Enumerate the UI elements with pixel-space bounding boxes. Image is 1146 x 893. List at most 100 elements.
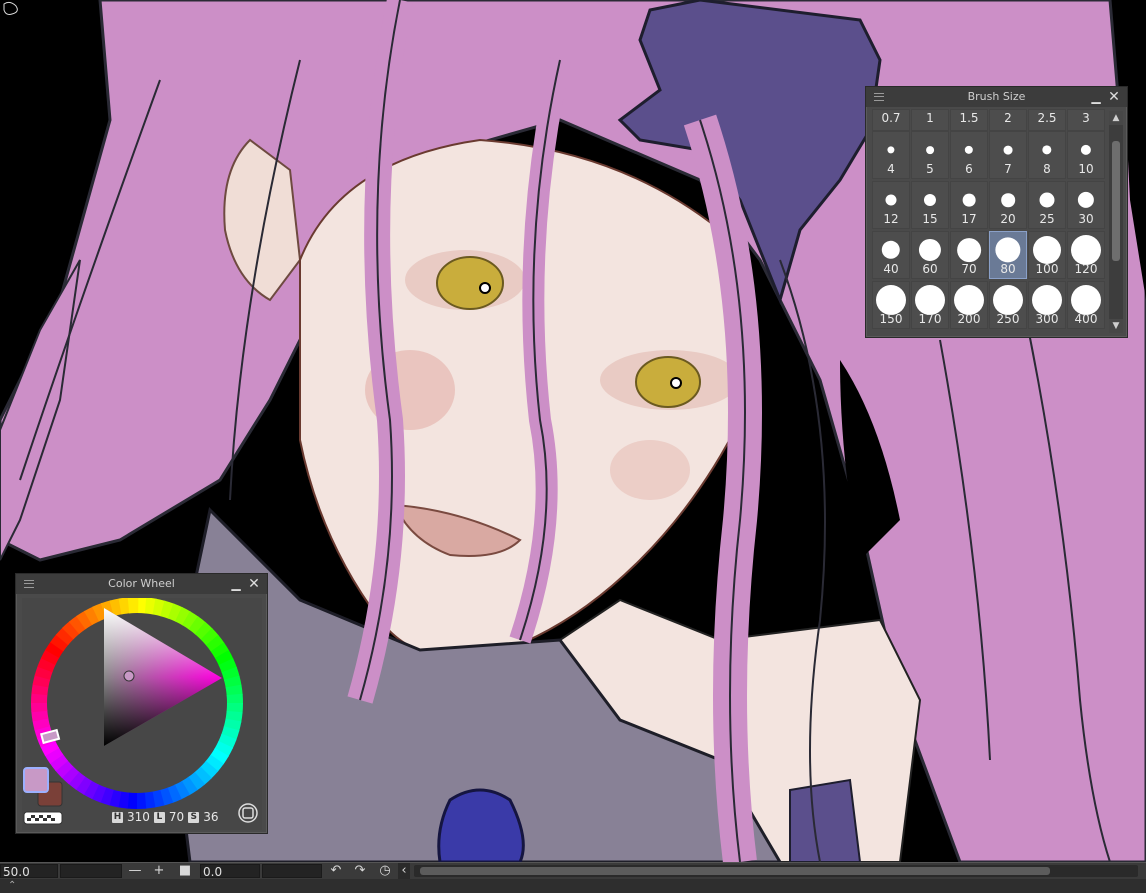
brush-size-label: 6 — [965, 162, 973, 176]
scroll-thumb[interactable] — [1112, 141, 1120, 261]
transparent-swatch[interactable] — [23, 811, 63, 825]
brush-size-label: 1 — [926, 111, 934, 125]
brush-size-400[interactable]: 400 — [1067, 281, 1105, 329]
brush-size-label: 15 — [922, 212, 938, 226]
brush-size-250[interactable]: 250 — [989, 281, 1027, 329]
brush-size-170[interactable]: 170 — [911, 281, 949, 329]
brush-size-8[interactable]: 8 — [1028, 131, 1066, 179]
brush-size-300[interactable]: 300 — [1028, 281, 1066, 329]
color-wheel-title-bar[interactable]: Color Wheel ▁ ✕ — [16, 574, 267, 594]
brush-size-3[interactable]: 3 — [1067, 109, 1105, 131]
brush-size-200[interactable]: 200 — [950, 281, 988, 329]
zoom-out-button[interactable]: — — [128, 863, 142, 879]
brush-size-dot — [918, 238, 942, 262]
minimize-icon[interactable]: ▁ — [229, 577, 243, 591]
color-wheel-body: H 310 L 70 S 36 — [22, 597, 262, 830]
brush-size-label: 12 — [883, 212, 899, 226]
brush-size-dot — [964, 145, 974, 155]
saturation-value: 36 — [203, 810, 219, 824]
brush-size-25[interactable]: 25 — [1028, 181, 1066, 229]
collapse-icon[interactable]: ‹ — [398, 863, 410, 879]
brush-size-scrollbar[interactable]: ▲ ▼ — [1109, 111, 1123, 333]
canvas-status-bar: 50.0 — + ■ 0.0 ↶ ↷ ◷ ‹ — [0, 862, 1146, 879]
menu-icon[interactable] — [24, 580, 34, 588]
angle-field[interactable]: 0.0 — [200, 864, 260, 879]
brush-size-label: 1.5 — [959, 111, 979, 125]
hue-segment — [127, 597, 139, 614]
zoom-in-button[interactable]: + — [152, 863, 166, 879]
brush-size-60[interactable]: 60 — [911, 231, 949, 279]
brush-size-dot — [954, 285, 984, 315]
brush-size-dot — [957, 238, 981, 262]
brush-size-150[interactable]: 150 — [872, 281, 910, 329]
hue-value: 310 — [127, 810, 150, 824]
brush-size-label: 8 — [1043, 162, 1051, 176]
color-picker-handle[interactable] — [123, 670, 135, 682]
brush-size-1[interactable]: 1 — [911, 109, 949, 131]
brush-size-5[interactable]: 5 — [911, 131, 949, 179]
brush-size-label: 200 — [957, 312, 981, 326]
brush-size-2[interactable]: 2 — [989, 109, 1027, 131]
brush-size-dot — [923, 193, 937, 207]
brush-size-label: 2.5 — [1037, 111, 1057, 125]
menu-icon[interactable] — [874, 93, 884, 101]
horizontal-scrollbar[interactable] — [414, 865, 1138, 877]
brush-size-dot — [1071, 235, 1101, 265]
main-color-swatch[interactable] — [23, 767, 49, 793]
brush-size-17[interactable]: 17 — [950, 181, 988, 229]
brush-size-dot — [995, 237, 1021, 263]
brush-size-label: 80 — [1000, 262, 1016, 276]
brush-size-label: 70 — [961, 262, 977, 276]
brush-size-label: 100 — [1035, 262, 1059, 276]
rotate-right-icon[interactable]: ↷ — [352, 863, 368, 879]
brush-size-70[interactable]: 70 — [950, 231, 988, 279]
zoom-slider[interactable] — [60, 864, 122, 878]
close-icon[interactable]: ✕ — [247, 577, 261, 591]
rotate-left-icon[interactable]: ↶ — [328, 863, 344, 879]
brush-size-120[interactable]: 120 — [1067, 231, 1105, 279]
horizontal-scroll-thumb[interactable] — [420, 867, 1050, 875]
zoom-field[interactable]: 50.0 — [0, 864, 58, 879]
lightness-value: 70 — [168, 810, 185, 824]
expand-icon[interactable]: ⌃ — [8, 879, 16, 893]
brush-size-10[interactable]: 10 — [1067, 131, 1105, 179]
brush-size-4[interactable]: 4 — [872, 131, 910, 179]
color-wheel[interactable] — [22, 597, 262, 830]
brush-size-title-bar[interactable]: Brush Size ▁ ✕ — [866, 87, 1127, 107]
brush-size-20[interactable]: 20 — [989, 181, 1027, 229]
brush-size-label: 2 — [1004, 111, 1012, 125]
brush-size-label: 250 — [996, 312, 1020, 326]
brush-size-15[interactable]: 15 — [911, 181, 949, 229]
brush-size-label: 120 — [1074, 262, 1098, 276]
brush-size-2.5[interactable]: 2.5 — [1028, 109, 1066, 131]
brush-size-dot — [1033, 236, 1061, 264]
brush-size-panel: Brush Size ▁ ✕ 0.7 1 1.5 2 2.5 3 4 5 6 7 8 10 12 15 17… — [865, 86, 1128, 338]
brush-size-dot — [887, 146, 895, 154]
brush-size-12[interactable]: 12 — [872, 181, 910, 229]
brush-size-label: 4 — [887, 162, 895, 176]
brush-size-6[interactable]: 6 — [950, 131, 988, 179]
brush-size-dot — [1039, 192, 1055, 208]
hue-segment — [30, 701, 48, 713]
brush-size-dot — [1071, 285, 1101, 315]
brush-size-7[interactable]: 7 — [989, 131, 1027, 179]
brush-size-label: 3 — [1082, 111, 1090, 125]
brush-size-30[interactable]: 30 — [1067, 181, 1105, 229]
brush-size-100[interactable]: 100 — [1028, 231, 1066, 279]
fit-view-icon[interactable]: ■ — [178, 863, 192, 879]
brush-size-0.7[interactable]: 0.7 — [872, 109, 910, 131]
brush-size-40[interactable]: 40 — [872, 231, 910, 279]
angle-slider[interactable] — [262, 864, 322, 878]
minimize-icon[interactable]: ▁ — [1089, 90, 1103, 104]
brush-size-80[interactable]: 80 — [989, 231, 1027, 279]
wheel-settings-icon[interactable] — [238, 803, 258, 823]
scroll-down-icon[interactable]: ▼ — [1109, 319, 1123, 333]
brush-size-label: 25 — [1039, 212, 1055, 226]
brush-size-dot — [993, 285, 1023, 315]
brush-size-1.5[interactable]: 1.5 — [950, 109, 988, 131]
scroll-up-icon[interactable]: ▲ — [1109, 111, 1123, 125]
reset-rotation-icon[interactable]: ◷ — [376, 863, 394, 879]
close-icon[interactable]: ✕ — [1107, 90, 1121, 104]
brush-size-label: 40 — [883, 262, 899, 276]
brush-size-label: 300 — [1035, 312, 1059, 326]
